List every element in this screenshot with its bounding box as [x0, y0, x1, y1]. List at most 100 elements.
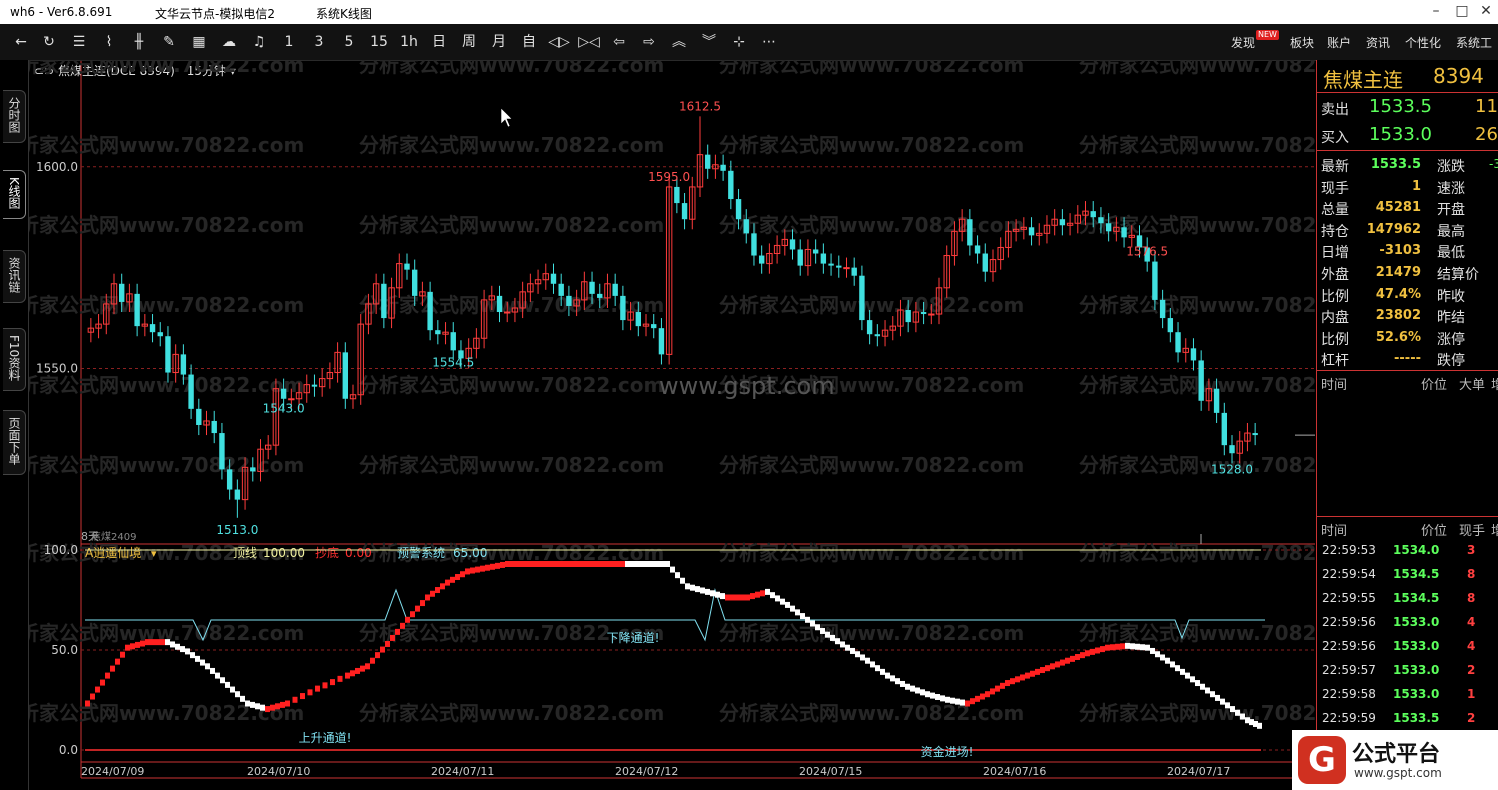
candle-body — [134, 293, 140, 327]
oscillator-dot — [690, 584, 695, 591]
period-15[interactable]: 15 — [368, 32, 390, 52]
candle-icon[interactable]: ╫ — [128, 32, 150, 52]
tab-order[interactable]: 页面下单 — [3, 410, 26, 475]
cloud-icon[interactable]: ☁ — [218, 32, 240, 52]
period-day[interactable]: 日 — [428, 32, 450, 52]
candle-body — [550, 273, 557, 284]
period-1h[interactable]: 1h — [398, 32, 420, 52]
candle-body — [504, 311, 511, 314]
line-chart-icon[interactable]: ⌇ — [98, 32, 120, 52]
list-icon[interactable]: ☰ — [68, 32, 90, 52]
refresh-icon[interactable]: ↻ — [38, 32, 60, 52]
oscillator-dot — [205, 663, 210, 670]
oscillator-dot — [280, 701, 285, 708]
oscillator-dot — [1050, 663, 1055, 670]
alarm-icon[interactable]: ♫ — [248, 32, 270, 52]
app-title: wh6 - Ver6.8.691 — [10, 5, 113, 19]
quote-panel: 焦煤主连 8394 卖出 1533.5 11 买入 1533.0 26 最新 15… — [1316, 60, 1498, 790]
candle-body — [1152, 261, 1158, 300]
arrow-right-icon[interactable]: ⇨ — [638, 32, 660, 52]
quote-row: 日增 -3103 最低 — [1317, 240, 1498, 262]
candle-body — [435, 330, 441, 335]
candle-body — [851, 267, 857, 276]
oscillator-dot — [1145, 644, 1150, 651]
period-month[interactable]: 月 — [488, 32, 510, 52]
quote-row-label2: 跌停 — [1437, 353, 1465, 370]
candle-body — [828, 263, 834, 266]
oscillator-dot — [265, 706, 270, 713]
buy-row[interactable]: 买入 1533.0 26 — [1317, 124, 1498, 148]
period-3[interactable]: 3 — [308, 32, 330, 52]
minimize-icon[interactable]: – — [1428, 3, 1444, 19]
oscillator-dot — [1110, 644, 1115, 651]
discover-button[interactable]: 发现 — [1231, 34, 1255, 51]
chevron-down-icon[interactable]: ︾ — [698, 32, 720, 52]
oscillator-dot — [1165, 657, 1170, 664]
nav-news[interactable]: 资讯 — [1366, 34, 1390, 51]
tab-timeshare[interactable]: 分时图 — [3, 90, 26, 143]
buy-price: 1533.0 — [1369, 124, 1432, 145]
tick-time: 22:59:59 — [1322, 711, 1376, 725]
candle-body — [974, 245, 981, 254]
nav-account[interactable]: 账户 — [1327, 34, 1351, 51]
candle-body — [658, 328, 665, 355]
period-1[interactable]: 1 — [278, 32, 300, 52]
period-week[interactable]: 周 — [458, 32, 480, 52]
oscillator-dot — [210, 667, 215, 674]
candle-body — [967, 219, 973, 246]
x-tick-label: 2024/07/17 — [1167, 765, 1230, 778]
oscillator-dot — [135, 641, 140, 648]
price-annotation: 1513.0 — [216, 523, 258, 537]
nav-personalize[interactable]: 个性化 — [1405, 34, 1441, 51]
chevron-up-icon[interactable]: ︽ — [668, 32, 690, 52]
grid-icon[interactable]: ▦ — [188, 32, 210, 52]
candle-body — [589, 281, 595, 294]
oscillator-dot — [730, 594, 735, 601]
oscillator-dot — [500, 561, 505, 568]
oscillator-dot — [985, 691, 990, 698]
sell-row[interactable]: 卖出 1533.5 11 — [1317, 96, 1498, 120]
candle-body — [928, 313, 935, 316]
oscillator-dot — [830, 634, 835, 641]
oscillator-dot — [995, 685, 1000, 692]
tick-row: 22:59:58 1533.0 1 — [1317, 684, 1498, 708]
close-icon[interactable]: ✕ — [1478, 3, 1494, 19]
y-tick-label: 100.0 — [44, 543, 78, 557]
period-5[interactable]: 5 — [338, 32, 360, 52]
arrow-left-icon[interactable]: ⇦ — [608, 32, 630, 52]
oscillator-dot — [1190, 676, 1195, 683]
zoom-in-icon[interactable]: ◁▷ — [548, 32, 570, 52]
new-badge: NEW — [1256, 30, 1279, 40]
period-custom[interactable]: 自 — [518, 32, 540, 52]
tab-kline[interactable]: K线图 — [3, 170, 26, 219]
oscillator-dot — [292, 696, 298, 703]
draw-icon[interactable]: ✎ — [158, 32, 180, 52]
tick-row: 22:59:57 1533.0 2 — [1317, 660, 1498, 684]
crosshair-icon[interactable]: ⊹ — [728, 32, 750, 52]
quote-row: 持仓 147962 最高 — [1317, 219, 1498, 241]
candle-body — [149, 324, 156, 333]
zoom-out-icon[interactable]: ▷◁ — [578, 32, 600, 52]
nav-system[interactable]: 系统工 — [1456, 34, 1492, 51]
watermark-text: 分析家公式网www.70822.com — [1079, 213, 1315, 237]
oscillator-dot — [160, 639, 165, 646]
tab-f10[interactable]: F10资料 — [3, 328, 26, 392]
oscillator-dot — [1225, 702, 1230, 709]
oscillator-dot — [850, 647, 855, 654]
more-icon[interactable]: ⋯ — [758, 32, 780, 52]
tick-price: 1533.0 — [1393, 687, 1440, 701]
oscillator-dot — [215, 672, 220, 679]
oscillator-dot — [220, 677, 225, 684]
oscillator-dot — [322, 682, 328, 689]
back-icon[interactable]: ← — [10, 32, 32, 52]
oscillator-dot — [330, 679, 335, 686]
x-tick-label: 2024/07/15 — [799, 765, 862, 778]
quote-row: 最新 1533.5 涨跌 -3 — [1317, 154, 1498, 176]
tab-news-chain[interactable]: 资讯链 — [3, 250, 26, 303]
kline-chart[interactable]: 分析家公式网www.70822.com 分析家公式网www.70822.com 分析… — [29, 60, 1315, 790]
nav-sector[interactable]: 板块 — [1290, 34, 1314, 51]
oscillator-dot — [180, 646, 185, 653]
watermark-text: 分析家公式网www.70822.com — [359, 701, 664, 725]
watermark-text: 分析家公式网www.70822.com — [1079, 701, 1315, 725]
maximize-icon[interactable]: □ — [1454, 3, 1470, 19]
